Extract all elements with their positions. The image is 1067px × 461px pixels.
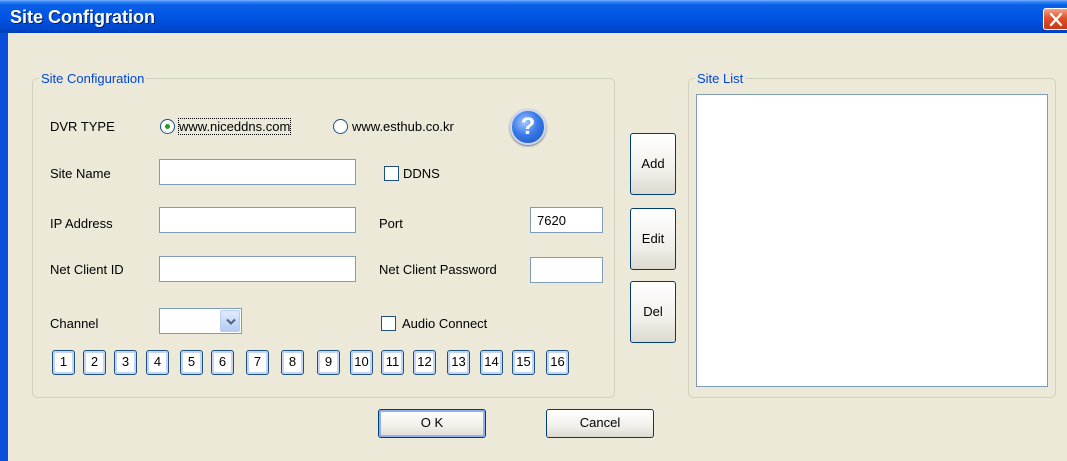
site-name-input[interactable] [159,159,356,185]
channel-button-15[interactable]: 15 [512,350,535,375]
ddns-label[interactable]: DDNS [403,166,440,181]
channel-button-11[interactable]: 11 [381,350,404,375]
ddns-checkbox[interactable] [384,166,399,181]
channel-button-10[interactable]: 10 [350,350,373,375]
site-list-legend: Site List [697,71,744,86]
edit-button[interactable]: Edit [630,208,676,270]
close-icon [1049,12,1063,27]
ok-button[interactable]: O K [378,409,486,438]
channel-button-7[interactable]: 7 [246,350,269,375]
channel-dropdown-button[interactable] [220,310,240,332]
ip-address-label: IP Address [50,216,113,231]
channel-button-5[interactable]: 5 [180,350,203,375]
channel-label: Channel [50,316,99,331]
channel-button-16[interactable]: 16 [546,350,569,375]
help-icon[interactable]: ? [510,109,546,145]
port-input[interactable] [530,207,603,233]
net-client-password-label: Net Client Password [379,262,497,277]
ip-address-input[interactable] [159,207,356,233]
channel-button-2[interactable]: 2 [83,350,106,375]
radio-niceddns[interactable] [160,119,175,134]
channel-button-12[interactable]: 12 [413,350,436,375]
site-name-label: Site Name [50,166,111,181]
chevron-down-icon [226,318,236,325]
channel-button-8[interactable]: 8 [281,350,304,375]
radio-niceddns-label[interactable]: www.niceddns.com [177,118,292,135]
channel-button-3[interactable]: 3 [114,350,137,375]
net-client-id-label: Net Client ID [50,262,124,277]
dialog-window: Site Configration Site Configuration DVR… [0,0,1067,461]
radio-esthub[interactable] [333,119,348,134]
channel-button-9[interactable]: 9 [317,350,340,375]
channel-button-13[interactable]: 13 [447,350,470,375]
title-bar[interactable]: Site Configration [0,0,1067,33]
port-label: Port [379,216,403,231]
net-client-password-input[interactable] [530,257,603,283]
close-button[interactable] [1043,8,1067,30]
audio-connect-label[interactable]: Audio Connect [402,316,487,331]
channel-button-4[interactable]: 4 [146,350,169,375]
add-button[interactable]: Add [630,133,676,195]
net-client-id-input[interactable] [159,256,356,282]
window-title: Site Configration [10,7,155,27]
site-configuration-legend: Site Configuration [41,71,145,86]
window-border [0,33,8,461]
radio-selected-dot [165,124,170,129]
channel-select[interactable] [159,308,242,334]
channel-button-1[interactable]: 1 [52,350,75,375]
audio-connect-checkbox[interactable] [381,316,396,331]
del-button[interactable]: Del [630,281,676,343]
dvr-type-label: DVR TYPE [50,119,115,134]
channel-button-14[interactable]: 14 [480,350,503,375]
channel-button-6[interactable]: 6 [211,350,234,375]
radio-esthub-label[interactable]: www.esthub.co.kr [352,119,454,134]
site-list-box[interactable] [696,94,1048,387]
cancel-button[interactable]: Cancel [546,409,654,438]
